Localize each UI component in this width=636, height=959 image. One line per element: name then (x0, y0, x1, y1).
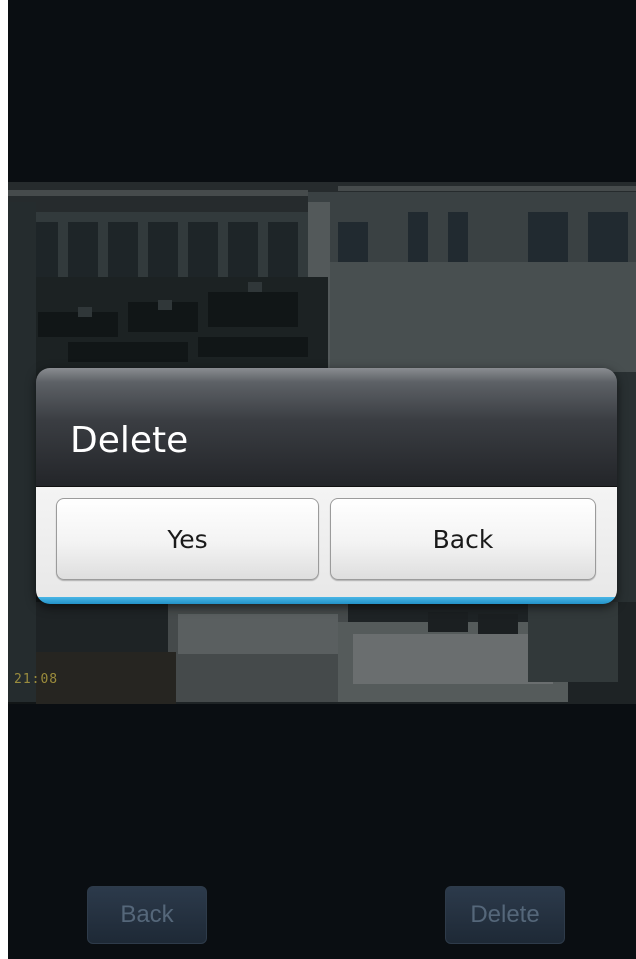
back-button[interactable]: Back (87, 886, 207, 944)
dialog-body: Yes Back (36, 487, 617, 597)
screen-edge (0, 0, 8, 959)
app-screen: 21:08 Delete Yes Back Back Delete (0, 0, 636, 959)
delete-button[interactable]: Delete (445, 886, 565, 944)
dialog-back-button[interactable]: Back (330, 498, 596, 580)
dialog-accent-bar (36, 597, 617, 604)
camera-timestamp: 21:08 (14, 672, 59, 687)
delete-dialog: Delete Yes Back (36, 368, 617, 604)
dialog-header: Delete (36, 368, 617, 487)
yes-button[interactable]: Yes (56, 498, 319, 580)
dialog-title: Delete (70, 420, 189, 461)
